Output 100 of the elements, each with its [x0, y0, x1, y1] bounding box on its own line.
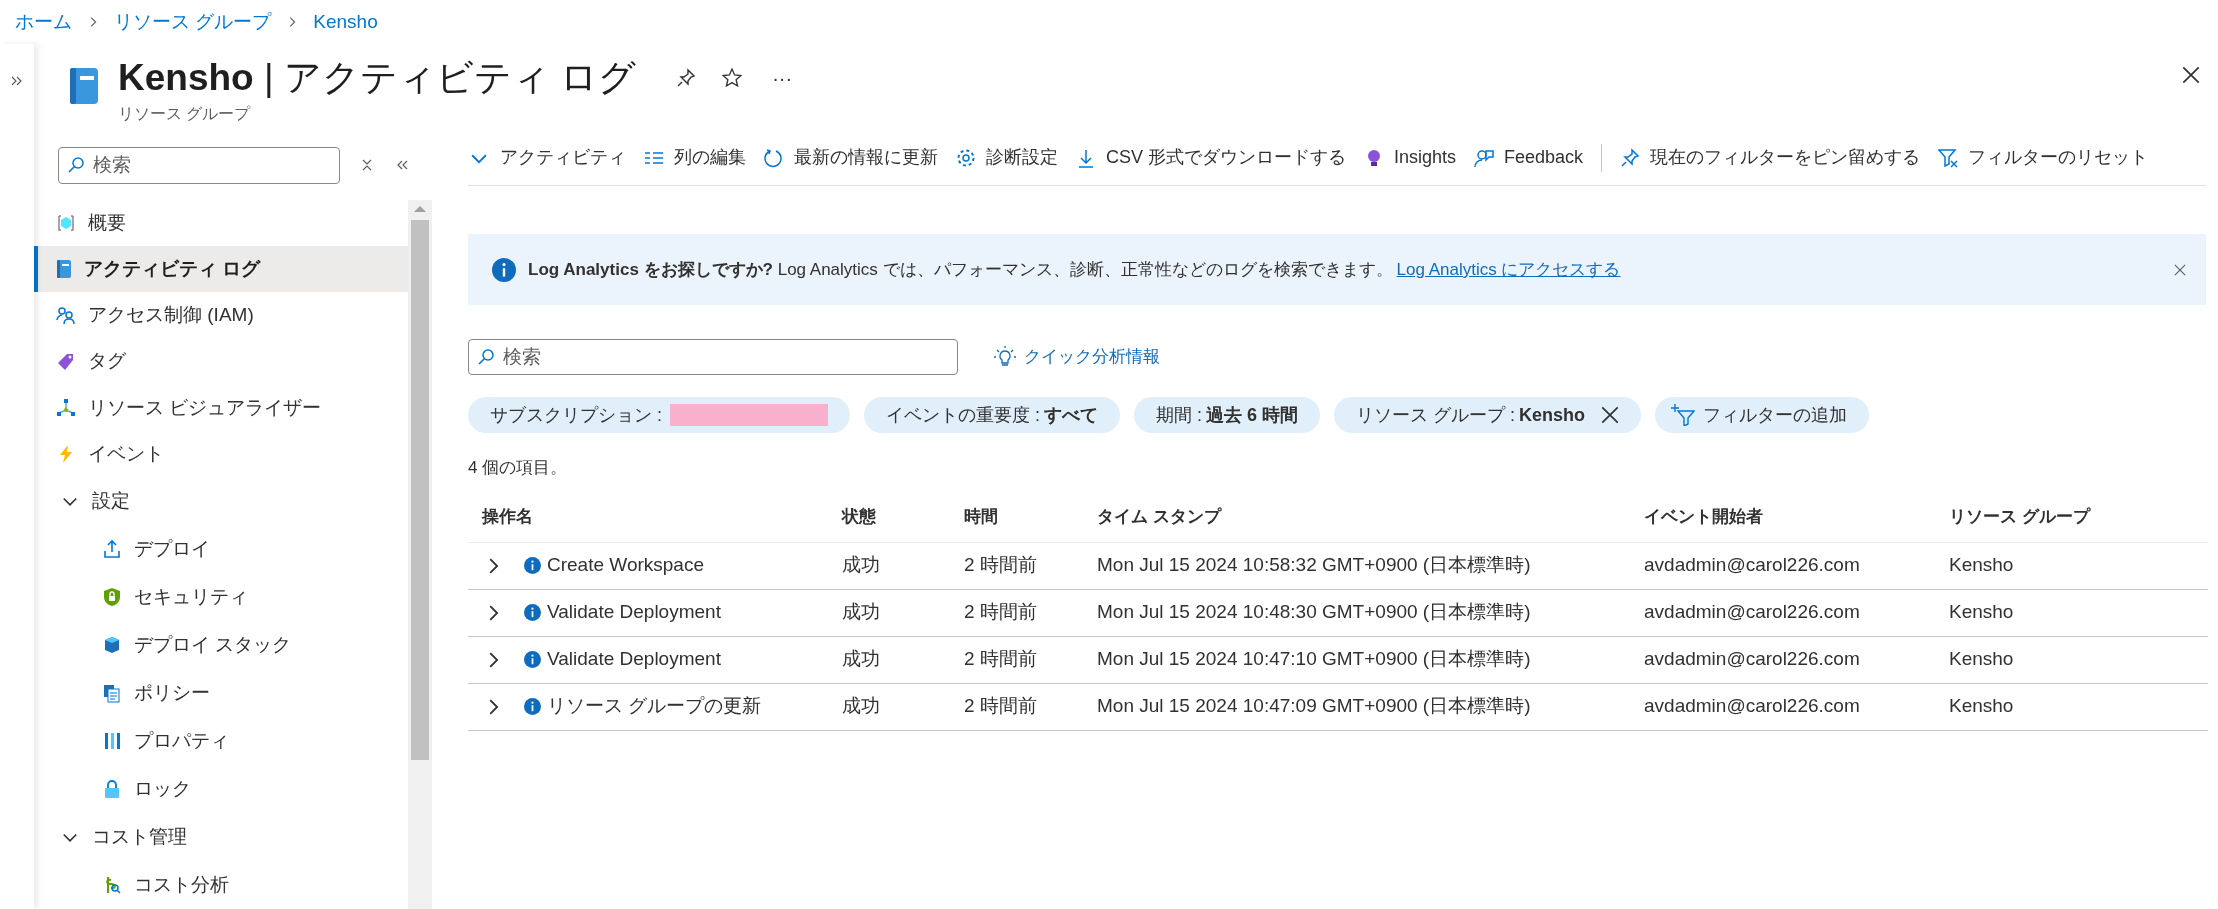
sidebar-item[interactable]: コスト分析 [34, 861, 408, 909]
sidebar-item[interactable]: リソース ビジュアライザー [34, 384, 408, 431]
table-cell-text: 2 時間前 [964, 553, 1038, 578]
column-header: リソース グループ [1949, 506, 2092, 529]
toolbar-button[interactable]: 現在のフィルターをピン留めする [1620, 144, 1921, 171]
lightbulb-icon [994, 346, 1016, 368]
filter-pill[interactable]: サブスクリプション : [468, 397, 850, 433]
sidebar-item[interactable]: デプロイ スタック [34, 621, 408, 670]
table-cell-text: Kensho [1949, 553, 2015, 578]
toolbar-button[interactable]: CSV 形式でダウンロードする [1076, 144, 1346, 171]
column-header: 状態 [842, 506, 877, 529]
table-cell-text: Mon Jul 15 2024 10:47:10 GMT+0900 (日本標準時) [1097, 647, 1532, 672]
remove-icon [1601, 406, 1620, 424]
table-cell-text: avdadmin@carol226.com [1644, 600, 1861, 625]
sidebar-item[interactable]: 概要 [34, 200, 408, 247]
banner-link[interactable]: Log Analytics にアクセスする [1396, 256, 1621, 283]
table-cell-text: Mon Jul 15 2024 10:58:32 GMT+0900 (日本標準時) [1097, 553, 1532, 578]
close-icon [2174, 263, 2186, 276]
filter-pill[interactable]: 期間 : 過去 6 時間 [1134, 397, 1321, 433]
table-cell-text: Mon Jul 15 2024 10:48:30 GMT+0900 (日本標準時) [1097, 600, 1532, 625]
quick-insights-link[interactable]: クイック分析情報 [994, 344, 1160, 370]
table-cell-text: Kensho [1949, 647, 2015, 672]
sidebar-item[interactable]: プロパティ [34, 717, 408, 766]
expand-icon [10, 74, 24, 88]
scroll-up-icon [414, 204, 426, 212]
table-cell-text: Kensho [1949, 600, 2015, 625]
sidebar-item[interactable]: アクティビティ ログ [34, 246, 408, 293]
gear-icon [956, 147, 976, 168]
filter-pill[interactable]: リソース グループ : Kensho [1334, 397, 1642, 433]
toolbar-button[interactable]: 診断設定 [956, 144, 1058, 171]
feedback-icon [1474, 147, 1495, 168]
table-cell-text: Validate Deployment [547, 647, 721, 672]
breadcrumb-link[interactable]: ホーム [15, 7, 72, 37]
more-button[interactable]: ··· [764, 62, 801, 93]
table-cell-text: 成功 [842, 600, 881, 625]
breadcrumb-link[interactable]: リソース グループ [114, 7, 272, 37]
scrollbar[interactable] [408, 200, 432, 909]
book-icon [68, 66, 100, 106]
info-icon [524, 557, 541, 574]
search-field[interactable]: 検索 [468, 339, 958, 375]
toolbar-button[interactable]: 列の編集 [644, 144, 746, 171]
add-filter-button[interactable]: フィルターの追加 [1655, 397, 1870, 433]
sidebar-item[interactable]: デプロイ [34, 525, 408, 574]
sidebar-item[interactable]: タグ [34, 338, 408, 385]
upload-icon [102, 539, 122, 560]
refresh-icon [764, 147, 784, 168]
search-field[interactable]: 検索 [58, 146, 340, 184]
toolbar-button[interactable]: Feedback [1474, 144, 1584, 171]
sidebar-item[interactable]: イベント [34, 430, 408, 478]
table-cell-text: 2 時間前 [964, 647, 1038, 672]
sidebar-group[interactable]: コスト管理 [34, 813, 408, 862]
sidebar-item[interactable]: セキュリティ [34, 573, 408, 622]
search-icon [67, 155, 85, 174]
toolbar-button[interactable]: フィルターのリセット [1938, 144, 2149, 171]
sidebar-item[interactable]: アクセス制御 (IAM) [34, 292, 408, 339]
table-cell-text: Create Workspace [547, 553, 704, 578]
table-row[interactable]: Validate Deployment 成功 2 時間前 Mon Jul 15 2024 10:47:10 GMT+0900 (日本標準時) avdadmin@carol226.com Kensho [468, 636, 2208, 684]
info-icon [524, 651, 541, 668]
network-icon [56, 397, 76, 418]
table-row[interactable]: Validate Deployment 成功 2 時間前 Mon Jul 15 2024 10:48:30 GMT+0900 (日本標準時) avdadmin@carol226.com Kensho [468, 589, 2208, 637]
page-title: Kensho | アクティビティ ログ [118, 56, 637, 100]
banner-text: Log Analytics をお探しですか? Log Analytics では、パフォーマンス、診断、正常性などのログを検索できます。 [528, 258, 1393, 281]
breadcrumb-link[interactable]: Kensho [313, 7, 378, 37]
table-cell-text: avdadmin@carol226.com [1644, 553, 1861, 578]
table-cell-text: Validate Deployment [547, 600, 721, 625]
table-cell-text: 2 時間前 [964, 694, 1038, 719]
table-cell-text: avdadmin@carol226.com [1644, 647, 1861, 672]
sidebar-group[interactable]: 設定 [34, 477, 408, 526]
table-cell-text: Kensho [1949, 694, 2015, 719]
pin-icon [1620, 147, 1641, 168]
bars-icon [102, 731, 122, 752]
table-row[interactable]: Create Workspace 成功 2 時間前 Mon Jul 15 2024 10:58:32 GMT+0900 (日本標準時) avdadmin@carol226.com Kensho [468, 542, 2208, 590]
sidebar-item[interactable]: ポリシー [34, 669, 408, 718]
filter-clear-icon [1938, 147, 1959, 168]
sidebar-item[interactable]: ロック [34, 765, 408, 814]
filter-pill[interactable]: イベントの重要度 : すべて [864, 397, 1121, 433]
download-icon [1076, 147, 1096, 168]
collapse-all-icon [360, 158, 374, 172]
table-row[interactable]: リソース グループの更新 成功 2 時間前 Mon Jul 15 2024 10:47:09 GMT+0900 (日本標準時) avdadmin@carol226.com Kensho [468, 683, 2208, 731]
table-cell-text: Mon Jul 15 2024 10:47:09 GMT+0900 (日本標準時) [1097, 694, 1532, 719]
toolbar-button[interactable]: Insights [1364, 144, 1457, 171]
lock-icon [102, 779, 122, 800]
table-cell-text: avdadmin@carol226.com [1644, 694, 1861, 719]
star-icon [722, 67, 743, 88]
column-header: 時間 [964, 506, 999, 529]
column-header: 操作名 [482, 506, 534, 529]
toolbar-button[interactable]: 最新の情報に更新 [764, 144, 938, 171]
info-icon [492, 257, 516, 282]
info-icon [524, 698, 541, 715]
close-icon [2182, 66, 2200, 84]
item-count: 4 個の項目。 [468, 457, 569, 479]
column-header: イベント開始者 [1644, 506, 1764, 529]
search-icon [477, 348, 495, 366]
cube-icon [56, 213, 76, 234]
table-cell-text: 成功 [842, 694, 881, 719]
table-cell-text: 2 時間前 [964, 600, 1038, 625]
pin-icon [676, 67, 697, 88]
toolbar-button[interactable]: アクティビティ [468, 144, 626, 171]
people-icon [56, 305, 76, 326]
page-subtitle: リソース グループ [118, 103, 252, 124]
